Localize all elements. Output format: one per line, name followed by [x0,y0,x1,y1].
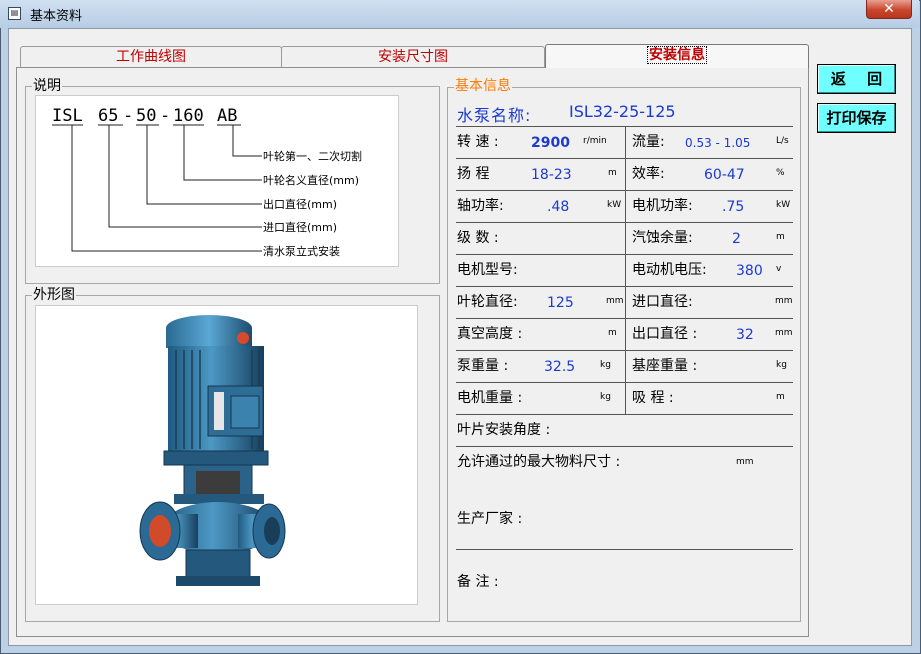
model-part-outlet: 50 [136,106,156,126]
basic-info-group [447,87,801,622]
outlet-diameter-label: 出口直径 : [632,326,698,342]
window-title: 基本资料 [30,9,83,24]
motor-voltage-unit: v [776,264,782,274]
head-value: 18-23 [531,167,572,183]
npsh-unit: m [776,232,785,242]
manufacturer-label: 生产厂家 : [457,511,523,527]
remarks-label: 备 注 : [457,574,499,590]
impeller-diameter-unit: mm [606,296,624,306]
rotation-arrow-icon [237,332,249,344]
impeller-diameter-label: 叶轮直径: [457,294,518,310]
max-particle-size-label: 允许通过的最大物料尺寸 : [457,454,621,470]
head-label: 扬 程 [457,166,490,182]
nameplate [214,392,224,430]
print-save-button[interactable]: 打印保存 [817,103,896,133]
speed-unit: r/min [583,136,607,146]
max-particle-size-unit: mm [736,457,754,467]
outlet-diameter-value: 32 [736,327,754,343]
motor-weight-label: 电机重量 : [457,390,523,406]
annotation-inlet: 进口直径(mm) [263,220,337,234]
motor-voltage-value: 380 [736,263,763,279]
speed-label: 转 速 : [457,134,499,150]
pump-name-label: 水泵名称: [457,106,532,125]
motor-model-label: 电机型号: [457,262,518,278]
model-code-diagram: ISL 65 - 50 - 160 AB 叶轮第一、二次切割 叶轮名义直径(mm… [35,95,399,267]
tab-work-curve[interactable]: 工作曲线图 [20,46,282,67]
motor-weight-unit: kg [600,392,611,402]
inlet-diameter-unit: mm [775,296,793,306]
model-part-inlet: 65 [98,106,118,126]
motor-power-value: .75 [722,199,745,215]
motor-power-label: 电机功率: [632,198,693,214]
shaft-power-label: 轴功率: [457,198,504,214]
title-bar[interactable]: ▤ 基本资料 [0,0,919,28]
base-weight-unit: kg [776,360,787,370]
motor-voltage-label: 电动机电压: [632,262,707,278]
basic-info-group-label: 基本信息 [454,78,512,94]
pump-weight-label: 泵重量 : [457,358,509,374]
close-button[interactable]: ✕ [866,0,912,19]
pump-weight-unit: kg [600,360,611,370]
annotation-impeller: 叶轮名义直径(mm) [263,173,359,187]
grid-line [456,549,793,550]
npsh-label: 汽蚀余量: [632,230,693,246]
npsh-value: 2 [732,231,741,247]
suction-lift-label: 吸 程 : [632,390,674,406]
stages-label: 级 数 : [457,230,499,246]
base-weight-label: 基座重量 : [632,358,698,374]
efficiency-unit: % [776,168,785,178]
shape-group-label: 外形图 [32,287,76,303]
pump-base [185,549,251,581]
speed-value: 2900 [531,135,570,151]
flow-value: 0.53 - 1.05 [685,136,751,150]
inlet-diameter-label: 进口直径: [632,294,693,310]
pump-image [35,305,418,605]
shaft-power-unit: kW [607,200,622,210]
model-code-svg: ISL 65 - 50 - 160 AB 叶轮第一、二次切割 叶轮名义直径(mm… [52,106,362,258]
pump-weight-value: 32.5 [544,359,576,375]
inlet-opening [149,515,171,547]
shaft-power-value: .48 [547,199,570,215]
model-part-cut: AB [217,106,237,126]
model-separator-2: - [160,106,170,126]
blade-angle-label: 叶片安装角度 : [457,422,551,438]
model-separator-1: - [123,106,133,126]
outlet-diameter-unit: mm [775,328,793,338]
model-part-impeller: 160 [173,106,204,126]
vacuum-height-label: 真空高度 : [457,326,523,342]
annotation-outlet: 出口直径(mm) [263,197,337,211]
description-group-label: 说明 [32,78,62,94]
flow-unit: L/s [776,136,789,146]
head-unit: m [608,168,617,178]
annotation-cut: 叶轮第一、二次切割 [263,149,362,163]
annotation-series: 清水泵立式安装 [263,244,340,258]
flow-label: 流量: [632,134,665,150]
model-part-series: ISL [52,106,83,126]
pump-name-value: ISL32-25-125 [569,102,676,121]
efficiency-label: 效率: [632,166,665,182]
tab-install-dimensions[interactable]: 安装尺寸图 [281,46,545,67]
motor-power-unit: kW [776,200,791,210]
impeller-diameter-value: 125 [547,295,574,311]
grid-line [456,414,793,415]
grid-line [456,446,793,447]
tab-install-info[interactable]: 安装信息 [545,44,809,68]
vacuum-height-unit: m [608,328,617,338]
app-icon: ▤ [8,7,21,20]
return-button[interactable]: 返 回 [817,64,896,94]
pump-illustration [139,315,286,586]
grid-divider [625,126,626,414]
suction-lift-unit: m [776,392,785,402]
tab-install-info-label: 安装信息 [647,46,707,64]
efficiency-value: 60-47 [704,167,745,183]
